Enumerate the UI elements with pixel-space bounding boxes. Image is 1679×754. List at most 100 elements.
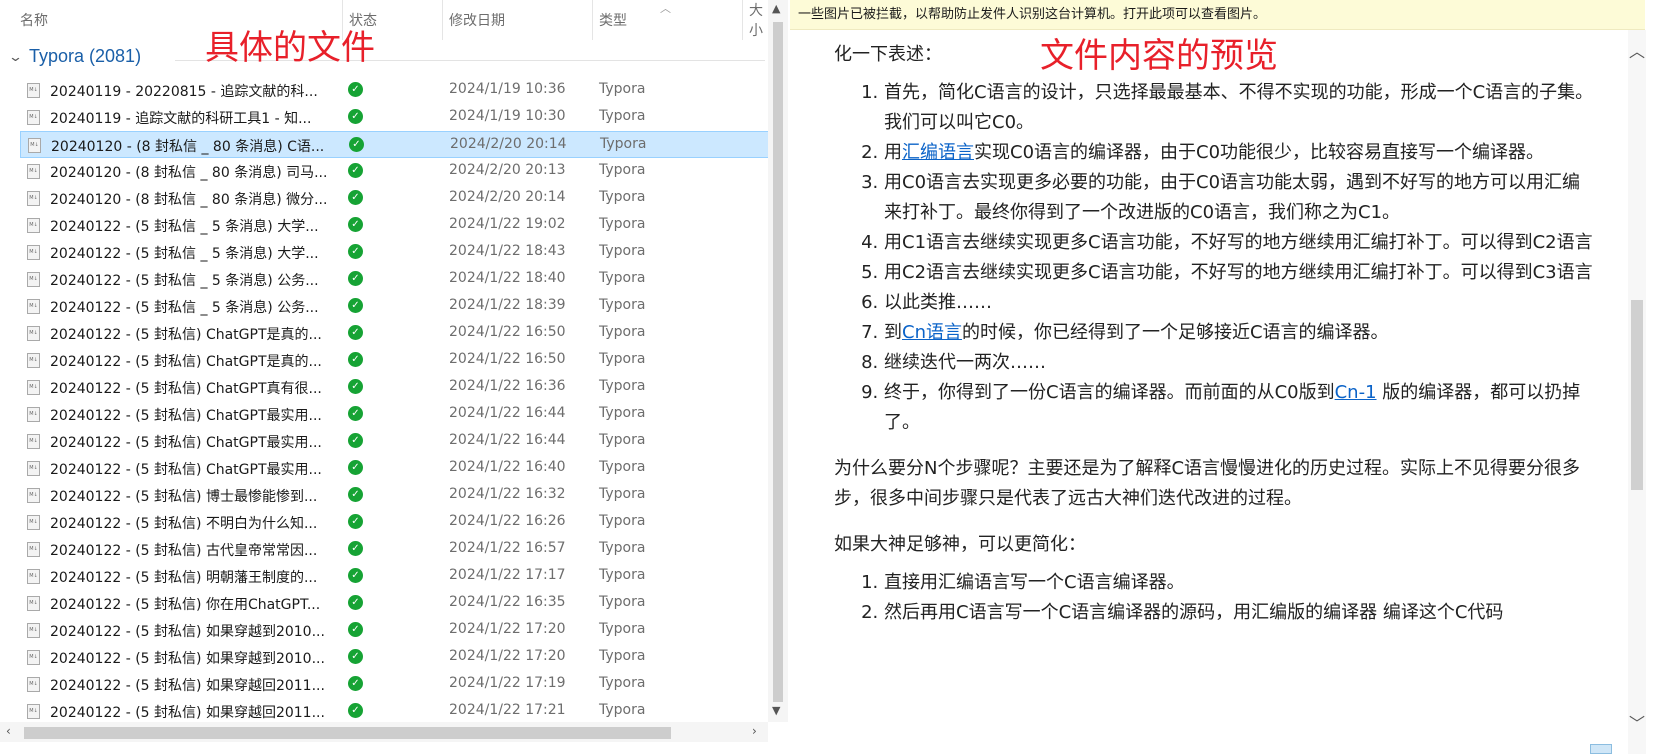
file-modified-date: 2024/1/22 16:26 (449, 513, 566, 529)
file-list-horizontal-scrollbar[interactable]: ‹ › (0, 722, 768, 742)
file-name: 20240120 - (8 封私信 _ 80 条消息) C语... (51, 139, 325, 155)
file-row[interactable]: M↓ 20240122 - (5 封私信) 如果穿越到2010... ✓ 2024/1… (20, 644, 770, 671)
step-item: 用汇编语言实现C0语言的编译器，由于C0功能很少，比较容易直接写一个编译器。 (884, 138, 1594, 168)
file-row[interactable]: M↓ 20240122 - (5 封私信) ChatGPT最实用... ✓ 2024/… (20, 455, 770, 482)
file-name: 20240119 - 追踪文献的科研工具1 - 知... (50, 111, 312, 127)
markdown-file-icon: M↓ (27, 299, 40, 314)
chevron-down-icon[interactable]: ﹀ (1629, 710, 1645, 734)
file-name: 20240120 - (8 封私信 _ 80 条消息) 司马... (50, 165, 328, 181)
step-link[interactable]: Cn语言 (902, 322, 962, 343)
file-row[interactable]: M↓ 20240120 - (8 封私信 _ 80 条消息) 司马... ✓ 2024… (20, 158, 770, 185)
markdown-file-icon: M↓ (28, 138, 41, 153)
file-name: 20240122 - (5 封私信 _ 5 条消息) 大学... (50, 246, 319, 262)
file-name: 20240122 - (5 封私信) ChatGPT是真的... (50, 354, 322, 370)
file-modified-date: 2024/1/22 17:19 (449, 675, 566, 691)
step-text: 终于，你得到了一份C语言的编译器。而前面的从C0版到 (884, 382, 1335, 403)
file-name: 20240122 - (5 封私信) ChatGPT最实用... (50, 408, 322, 424)
preview-scrollbar[interactable]: ︿ ﹀ (1628, 30, 1646, 754)
sync-status-check-icon: ✓ (348, 82, 363, 97)
file-modified-date: 2024/2/20 20:14 (450, 136, 567, 152)
file-row[interactable]: M↓ 20240120 - (8 封私信 _ 80 条消息) C语... ✓ 2024… (20, 131, 770, 158)
step-text: 以此类推…… (884, 292, 992, 313)
sync-status-check-icon: ✓ (348, 460, 363, 475)
sync-status-check-icon: ✓ (348, 406, 363, 421)
file-row[interactable]: M↓ 20240122 - (5 封私信) ChatGPT最实用... ✓ 2024/… (20, 401, 770, 428)
file-list-vertical-scrollbar[interactable]: ▲ ▼ (768, 0, 788, 722)
step-link[interactable]: Cn-1 (1335, 382, 1377, 403)
markdown-file-icon: M↓ (27, 83, 40, 98)
sort-up-arrow-icon: ︿ (660, 2, 671, 15)
steps-list: 首先，简化C语言的设计，只选择最最基本、不得不实现的功能，形成一个C语言的子集。… (834, 78, 1594, 438)
file-name: 20240122 - (5 封私信) 你在用ChatGPT... (50, 597, 321, 613)
sync-status-check-icon: ✓ (348, 352, 363, 367)
preview-scroll-thumb[interactable] (1631, 300, 1643, 490)
file-row[interactable]: M↓ 20240122 - (5 封私信) 你在用ChatGPT... ✓ 2024/… (20, 590, 770, 617)
scroll-left-arrow-icon[interactable]: ‹ (6, 724, 11, 738)
sync-status-check-icon: ✓ (348, 217, 363, 232)
file-row[interactable]: M↓ 20240122 - (5 封私信) 古代皇帝常常因... ✓ 2024/1/2… (20, 536, 770, 563)
step-item: 用C1语言去继续实现更多C语言功能，不好写的地方继续用汇编打补丁。可以得到C2语… (884, 228, 1594, 258)
preview-paragraph: 如果大神足够神，可以更简化： (834, 534, 1086, 555)
file-row[interactable]: M↓ 20240119 - 追踪文献的科研工具1 - 知... ✓ 2024/1/19… (20, 104, 770, 131)
file-name: 20240122 - (5 封私信) 如果穿越回2011... (50, 678, 325, 694)
annotation-preview: 文件内容的预览 (1040, 36, 1278, 76)
file-row[interactable]: M↓ 20240122 - (5 封私信) 如果穿越回2011... ✓ 2024/1… (20, 671, 770, 698)
file-row[interactable]: M↓ 20240122 - (5 封私信) ChatGPT真有很... ✓ 2024/… (20, 374, 770, 401)
file-type: Typora (599, 540, 646, 556)
file-name: 20240122 - (5 封私信) ChatGPT最实用... (50, 435, 322, 451)
file-name: 20240122 - (5 封私信) 不明白为什么知... (50, 516, 318, 532)
file-row[interactable]: M↓ 20240122 - (5 封私信 _ 5 条消息) 公务... ✓ 2024/… (20, 266, 770, 293)
sync-status-check-icon: ✓ (348, 379, 363, 394)
file-type: Typora (599, 108, 646, 124)
file-type: Typora (599, 243, 646, 259)
file-row[interactable]: M↓ 20240122 - (5 封私信) 不明白为什么知... ✓ 2024/1/2… (20, 509, 770, 536)
scroll-up-arrow-icon[interactable]: ▲ (772, 2, 780, 15)
file-type: Typora (599, 324, 646, 340)
markdown-file-icon: M↓ (27, 650, 40, 665)
blocked-images-info-bar[interactable]: 一些图片已被拦截，以帮助防止发件人识别这台计算机。打开此项可以查看图片。 (790, 0, 1645, 30)
column-header-size-label: 大小 (749, 3, 763, 39)
file-row[interactable]: M↓ 20240122 - (5 封私信 _ 5 条消息) 大学... ✓ 2024/… (20, 212, 770, 239)
markdown-file-icon: M↓ (27, 704, 40, 719)
file-type: Typora (599, 405, 646, 421)
file-modified-date: 2024/1/22 16:44 (449, 432, 566, 448)
chevron-up-icon[interactable]: ︿ (1629, 38, 1645, 62)
file-row[interactable]: M↓ 20240122 - (5 封私信) ChatGPT最实用... ✓ 2024/… (20, 428, 770, 455)
sync-status-check-icon: ✓ (348, 325, 363, 340)
file-row[interactable]: M↓ 20240122 - (5 封私信 _ 5 条消息) 大学... ✓ 2024/… (20, 239, 770, 266)
step-item: 首先，简化C语言的设计，只选择最最基本、不得不实现的功能，形成一个C语言的子集。… (884, 78, 1594, 138)
sync-status-check-icon: ✓ (348, 622, 363, 637)
file-modified-date: 2024/1/22 18:39 (449, 297, 566, 313)
file-row[interactable]: M↓ 20240122 - (5 封私信) 如果穿越回2011... ✓ 2024/1… (20, 698, 770, 725)
sync-status-check-icon: ✓ (348, 568, 363, 583)
file-type: Typora (599, 162, 646, 178)
vertical-scroll-thumb[interactable] (773, 22, 783, 702)
step-text: 用 (884, 142, 902, 163)
column-header-type-label: 类型 (599, 13, 627, 29)
file-row[interactable]: M↓ 20240122 - (5 封私信) 如果穿越到2010... ✓ 2024/1… (20, 617, 770, 644)
file-type: Typora (599, 216, 646, 232)
file-explorer-pane: 名称 状态 修改日期 类型 大小 ︿ ⌄ Typora (2081) M↓ 202… (0, 0, 790, 754)
column-header-size[interactable]: 大小 (743, 0, 768, 40)
step-link[interactable]: 汇编语言 (902, 142, 974, 163)
sync-status-check-icon: ✓ (348, 271, 363, 286)
file-row[interactable]: M↓ 20240122 - (5 封私信) 明朝藩王制度的... ✓ 2024/1/2… (20, 563, 770, 590)
chevron-down-icon[interactable]: ⌄ (8, 50, 23, 65)
file-row[interactable]: M↓ 20240122 - (5 封私信) ChatGPT是真的... ✓ 2024/… (20, 320, 770, 347)
markdown-file-icon: M↓ (27, 569, 40, 584)
preview-content: 化一下表述： 首先，简化C语言的设计，只选择最最基本、不得不实现的功能，形成一个… (834, 40, 1594, 628)
file-row[interactable]: M↓ 20240122 - (5 封私信) 博士最惨能惨到... ✓ 2024/1/2… (20, 482, 770, 509)
file-row[interactable]: M↓ 20240120 - (8 封私信 _ 80 条消息) 微分... ✓ 2024… (20, 185, 770, 212)
file-row[interactable]: M↓ 20240122 - (5 封私信) ChatGPT是真的... ✓ 2024/… (20, 347, 770, 374)
group-header-typora[interactable]: ⌄ Typora (2081) (0, 44, 770, 74)
file-row[interactable]: M↓ 20240122 - (5 封私信 _ 5 条消息) 公务... ✓ 2024/… (20, 293, 770, 320)
scroll-right-arrow-icon[interactable]: › (752, 724, 757, 738)
scroll-down-arrow-icon[interactable]: ▼ (772, 704, 780, 717)
horizontal-scroll-thumb[interactable] (24, 727, 671, 739)
markdown-file-icon: M↓ (27, 542, 40, 557)
file-row[interactable]: M↓ 20240119 - 20220815 - 追踪文献的科... ✓ 2024/1… (20, 77, 770, 104)
file-modified-date: 2024/1/19 10:30 (449, 108, 566, 124)
steps-list-2: 直接用汇编语言写一个C语言编译器。然后再用C语言写一个C语言编译器的源码，用汇编… (834, 568, 1594, 628)
file-type: Typora (600, 136, 647, 152)
column-header-date[interactable]: 修改日期 (443, 0, 593, 40)
